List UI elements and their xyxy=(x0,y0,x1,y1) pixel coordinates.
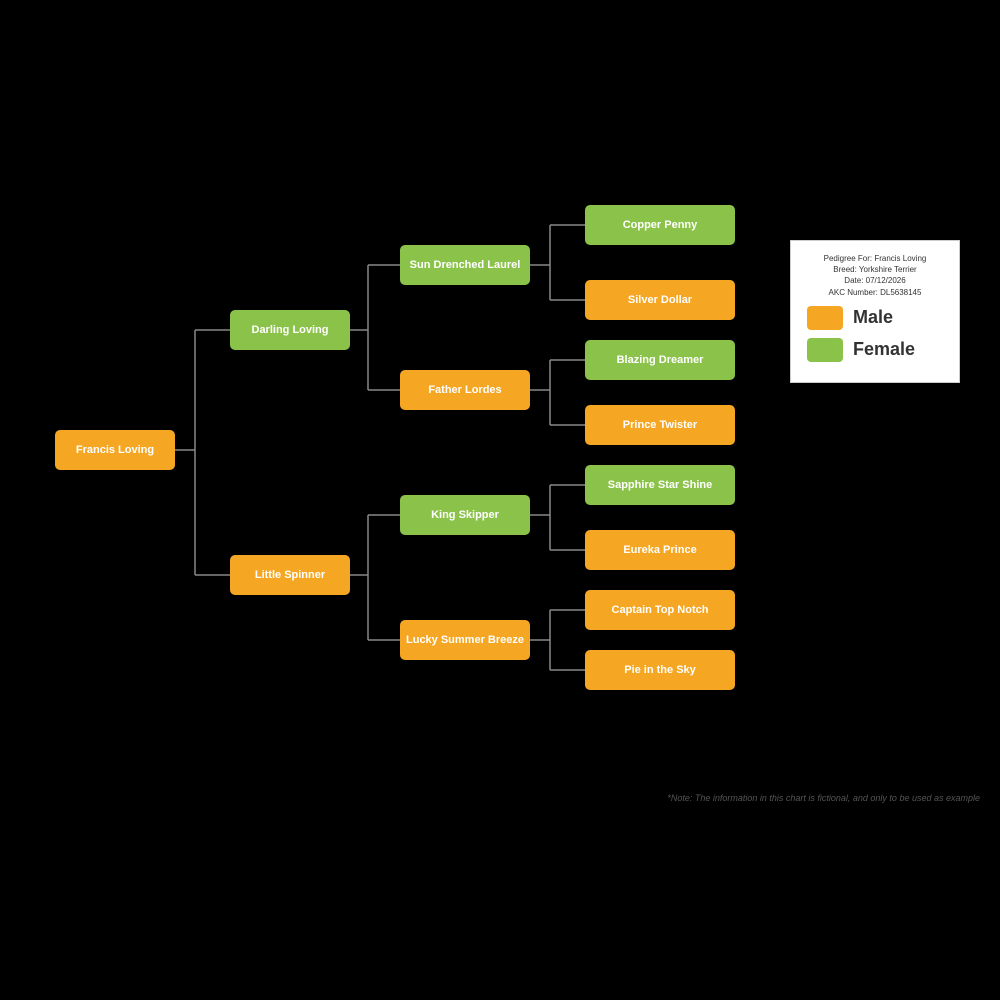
legend-panel: Pedigree For: Francis Loving Breed: York… xyxy=(790,240,960,383)
node-captain-top-notch xyxy=(585,590,735,630)
node-eureka-prince xyxy=(585,530,735,570)
node-copper-penny xyxy=(585,205,735,245)
node-father-lordes xyxy=(400,370,530,410)
male-swatch xyxy=(807,306,843,330)
node-little-spinner xyxy=(230,555,350,595)
pedigree-chart: Francis Loving Darling Loving Little Spi… xyxy=(0,0,1000,1000)
node-king-skipper xyxy=(400,495,530,535)
legend-header: Pedigree For: Francis Loving Breed: York… xyxy=(807,253,943,298)
legend-male-item: Male xyxy=(807,306,943,330)
disclaimer-note: *Note: The information in this chart is … xyxy=(667,792,980,805)
female-swatch xyxy=(807,338,843,362)
node-lucky-summer-breeze xyxy=(400,620,530,660)
legend-female-item: Female xyxy=(807,338,943,362)
legend-male-label: Male xyxy=(853,307,893,328)
legend-female-label: Female xyxy=(853,339,915,360)
node-prince-twister xyxy=(585,405,735,445)
node-darling-loving xyxy=(230,310,350,350)
node-francis-loving xyxy=(55,430,175,470)
node-pie-in-the-sky xyxy=(585,650,735,690)
node-silver-dollar xyxy=(585,280,735,320)
node-sapphire-star-shine xyxy=(585,465,735,505)
node-sun-drenched-laurel xyxy=(400,245,530,285)
node-blazing-dreamer xyxy=(585,340,735,380)
